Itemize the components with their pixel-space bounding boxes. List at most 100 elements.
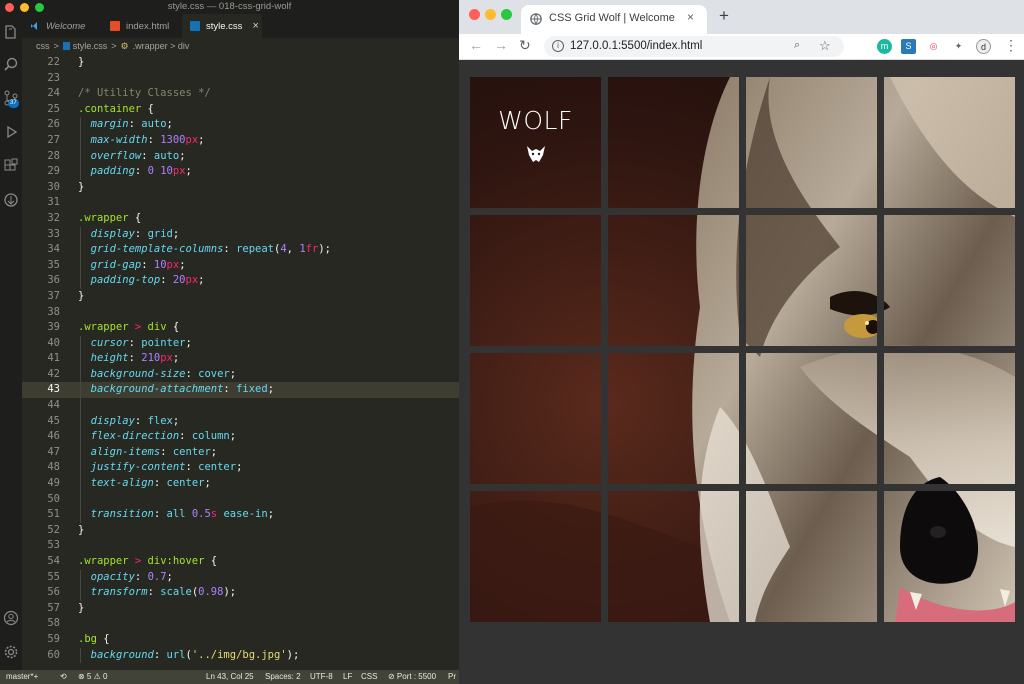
code-line[interactable]: 30} — [22, 180, 459, 196]
grid-image-tile[interactable] — [884, 491, 1015, 622]
code-area[interactable]: 22} 23 24/* Utility Classes */25 .container… — [22, 55, 459, 664]
grid-image-tile[interactable] — [746, 491, 877, 622]
grid-image-tile[interactable] — [884, 215, 1015, 346]
code-line[interactable]: 41 height: 210px; — [22, 351, 459, 367]
cursor-position-status[interactable]: Ln 43, Col 25 — [206, 672, 254, 681]
code-line[interactable]: 46 flex-direction: column; — [22, 429, 459, 445]
extension-target-icon[interactable]: ◎ — [926, 39, 941, 54]
breadcrumb-folder[interactable]: css — [36, 41, 50, 51]
code-line[interactable]: 52} — [22, 523, 459, 539]
code-line[interactable]: 23 — [22, 71, 459, 87]
git-branch-status[interactable]: master*+ — [6, 672, 38, 681]
grid-image-tile[interactable] — [884, 353, 1015, 484]
run-debug-icon[interactable] — [3, 124, 19, 140]
grid-image-tile[interactable] — [608, 353, 739, 484]
code-line[interactable]: 37} — [22, 289, 459, 305]
grid-image-tile[interactable] — [470, 215, 601, 346]
code-line[interactable]: 27 max-width: 1300px; — [22, 132, 459, 149]
search-icon[interactable] — [3, 56, 19, 72]
code-line[interactable]: 24 /* Utility Classes */ — [22, 86, 459, 102]
live-server-port-status[interactable]: ⊘ Port : 5500 — [388, 672, 436, 681]
tab-index-html[interactable]: index.html — [102, 14, 182, 38]
code-line[interactable]: 58 — [22, 616, 459, 632]
extension-m-icon[interactable]: m — [877, 39, 892, 54]
extensions-icon[interactable] — [3, 158, 19, 174]
code-line[interactable]: 33 display: grid; — [22, 226, 459, 243]
profile-avatar[interactable]: d — [976, 39, 991, 54]
code-line[interactable]: 28 overflow: auto; — [22, 148, 459, 165]
bookmark-star-icon[interactable]: ☆ — [819, 38, 831, 54]
back-arrow-icon[interactable]: ← — [469, 37, 483, 53]
browser-tab-active[interactable]: CSS Grid Wolf | Welcome × — [521, 5, 707, 34]
sync-icon[interactable]: ⟲ — [60, 672, 67, 681]
code-line[interactable]: 42 background-size: cover; — [22, 366, 459, 383]
code-line[interactable]: 60 background: url('../img/bg.jpg'); — [22, 647, 459, 664]
code-line[interactable]: 39 .wrapper > div { — [22, 320, 459, 336]
url-text[interactable]: 127.0.0.1:5500/index.html — [570, 40, 702, 52]
new-tab-button[interactable]: + — [719, 6, 729, 26]
code-line[interactable]: 43 background-attachment: fixed; — [22, 382, 459, 399]
code-line[interactable]: 59 .bg { — [22, 632, 459, 648]
grid-image-tile[interactable] — [608, 77, 739, 208]
account-icon[interactable] — [3, 610, 19, 626]
tab-style-css[interactable]: style.css × — [182, 14, 262, 38]
code-line[interactable]: 49 text-align: center; — [22, 476, 459, 492]
explorer-icon[interactable] — [3, 24, 19, 40]
code-line[interactable]: 55 opacity: 0.7; — [22, 569, 459, 586]
code-line[interactable]: 36 padding-top: 20px; — [22, 273, 459, 289]
info-icon[interactable]: i — [552, 40, 564, 52]
address-bar[interactable]: i 127.0.0.1:5500/index.html ⌕ ☆ — [544, 36, 844, 57]
grid-image-tile[interactable] — [608, 215, 739, 346]
eol-status[interactable]: LF — [343, 672, 352, 681]
code-line[interactable]: 26 margin: auto; — [22, 117, 459, 133]
breadcrumb-file[interactable]: style.css — [73, 41, 108, 51]
code-line[interactable]: 53 — [22, 538, 459, 554]
grid-image-tile[interactable] — [470, 353, 601, 484]
zoom-window-button[interactable] — [501, 9, 512, 20]
forward-arrow-icon[interactable]: → — [494, 37, 508, 53]
zoom-search-icon[interactable]: ⌕ — [794, 39, 800, 52]
close-tab-icon[interactable]: × — [687, 10, 694, 24]
code-line[interactable]: 40 cursor: pointer; — [22, 335, 459, 352]
code-line[interactable]: 50 — [22, 491, 459, 508]
code-line[interactable]: 32 .wrapper { — [22, 211, 459, 227]
code-line[interactable]: 22} — [22, 55, 459, 71]
grid-image-tile[interactable] — [608, 491, 739, 622]
code-line[interactable]: 54 .wrapper > div:hover { — [22, 554, 459, 570]
code-line[interactable]: 48 justify-content: center; — [22, 460, 459, 477]
tab-close-icon[interactable]: × — [252, 20, 258, 32]
grid-image-tile[interactable] — [746, 353, 877, 484]
code-line[interactable]: 47 align-items: center; — [22, 444, 459, 461]
extension-s-icon[interactable]: S — [901, 39, 916, 54]
code-line[interactable]: 25 .container { — [22, 102, 459, 118]
indentation-status[interactable]: Spaces: 2 — [265, 672, 301, 681]
source-control-icon[interactable]: 37 — [3, 90, 19, 108]
browser-menu-icon[interactable]: ⋮ — [1004, 37, 1018, 54]
code-line[interactable]: 51 transition: all 0.5s ease-in; — [22, 507, 459, 523]
minimize-window-button[interactable] — [485, 9, 496, 20]
reload-icon[interactable]: ↻ — [519, 37, 531, 54]
code-line[interactable]: 56 transform: scale(0.98); — [22, 585, 459, 601]
grid-image-tile[interactable] — [470, 491, 601, 622]
grid-image-tile[interactable]: WOLF — [470, 77, 601, 208]
grid-image-tile[interactable] — [746, 215, 877, 346]
code-line[interactable]: 38 — [22, 305, 459, 321]
settings-gear-icon[interactable] — [3, 644, 19, 660]
extensions-puzzle-icon[interactable]: ✦ — [951, 39, 966, 54]
grid-image-tile[interactable] — [746, 77, 877, 208]
code-line[interactable]: 34 grid-template-columns: repeat(4, 1fr)… — [22, 242, 459, 258]
code-line[interactable]: 45 display: flex; — [22, 413, 459, 430]
remote-icon[interactable] — [3, 192, 19, 208]
code-line[interactable]: 31 — [22, 195, 459, 211]
problems-status[interactable]: ⊗ 5 ⚠ 0 — [78, 672, 107, 681]
breadcrumb-symbol[interactable]: .wrapper > div — [133, 41, 190, 51]
tab-welcome[interactable]: Welcome — [22, 14, 102, 38]
code-line[interactable]: 57} — [22, 601, 459, 617]
prettier-status[interactable]: Pr — [448, 672, 456, 681]
close-window-button[interactable] — [469, 9, 480, 20]
encoding-status[interactable]: UTF-8 — [310, 672, 333, 681]
code-line[interactable]: 35 grid-gap: 10px; — [22, 257, 459, 274]
grid-image-tile[interactable] — [884, 77, 1015, 208]
code-line[interactable]: 29 padding: 0 10px; — [22, 164, 459, 180]
code-line[interactable]: 44 — [22, 398, 459, 414]
